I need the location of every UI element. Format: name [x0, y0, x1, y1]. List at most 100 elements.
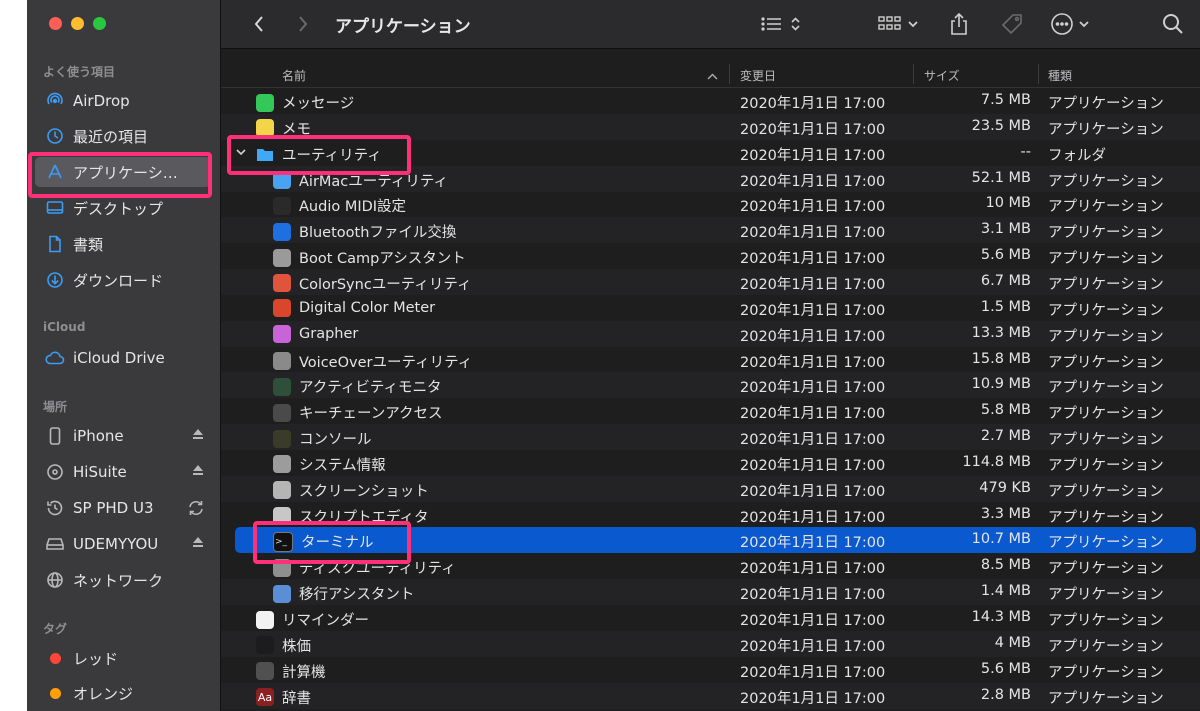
- sort-ascending-icon[interactable]: [707, 69, 718, 83]
- file-row[interactable]: キーチェーンアクセス 2020年1月1日 17:00 5.8 MB アプリケーション: [221, 398, 1200, 424]
- file-row[interactable]: Aa 辞書 2020年1月1日 17:00 2.8 MB アプリケーション: [221, 682, 1200, 709]
- file-name-label: AirMacユーティリティ: [299, 173, 449, 190]
- file-row[interactable]: システム情報 2020年1月1日 17:00 114.8 MB アプリケーション: [221, 450, 1200, 476]
- sidebar-item-label: iCloud Drive: [73, 349, 165, 367]
- file-name-cell: Boot Campアシスタント: [273, 247, 466, 268]
- file-name-label: Boot Campアシスタント: [299, 251, 466, 268]
- group-button[interactable]: [877, 10, 925, 38]
- chevron-left-icon: [254, 16, 263, 32]
- sidebar-item-hisuite[interactable]: HiSuite: [35, 457, 211, 487]
- eject-icon[interactable]: [191, 427, 205, 445]
- file-name-label: ColorSyncユーティリティ: [299, 276, 472, 293]
- column-size-header[interactable]: サイズ: [924, 67, 960, 84]
- file-row[interactable]: スクリーンショット 2020年1月1日 17:00 479 KB アプリケーション: [221, 475, 1200, 502]
- file-name-label: Audio MIDI設定: [299, 199, 407, 216]
- modified-date-cell: 2020年1月1日 17:00: [740, 354, 886, 371]
- forward-button[interactable]: [291, 10, 315, 38]
- view-options-button[interactable]: [759, 10, 807, 38]
- share-button[interactable]: [945, 10, 973, 38]
- file-row[interactable]: Digital Color Meter 2020年1月1日 17:00 1.5 MB…: [221, 295, 1200, 321]
- action-button[interactable]: [1049, 10, 1097, 38]
- file-row[interactable]: メモ 2020年1月1日 17:00 23.5 MB アプリケーション: [221, 113, 1200, 140]
- tag-button[interactable]: [997, 10, 1027, 38]
- file-row[interactable]: Bluetoothファイル交換 2020年1月1日 17:00 3.1 MB アプリケ…: [221, 217, 1200, 244]
- column-kind-header[interactable]: 種類: [1048, 67, 1072, 84]
- file-row[interactable]: Boot Campアシスタント 2020年1月1日 17:00 5.6 MB アプリケ…: [221, 243, 1200, 269]
- chevron-right-icon: [299, 16, 308, 32]
- sidebar-item-airdrop[interactable]: AirDrop: [35, 86, 211, 116]
- column-date-header[interactable]: 変更日: [740, 67, 776, 84]
- column-divider[interactable]: [1038, 64, 1039, 84]
- file-size-cell: 15.8 MB: [971, 350, 1031, 367]
- column-divider[interactable]: [729, 64, 730, 84]
- column-name-header[interactable]: 名前: [282, 67, 306, 84]
- close-button[interactable]: [49, 17, 62, 30]
- sidebar-item-iphone[interactable]: iPhone: [35, 421, 211, 451]
- sidebar-item-documents[interactable]: 書類: [35, 229, 211, 259]
- file-row[interactable]: VoiceOverユーティリティ 2020年1月1日 17:00 15.8 MB アプ…: [221, 347, 1200, 373]
- disk-icon: [45, 462, 65, 482]
- file-name-cell: ディスクユーティリティ: [273, 557, 456, 578]
- search-button[interactable]: [1159, 10, 1187, 38]
- file-row[interactable]: >_ ターミナル 2020年1月1日 17:00 10.7 MB アプリケーション: [235, 527, 1196, 554]
- file-name-cell: >_ ターミナル: [273, 531, 374, 552]
- eject-icon[interactable]: [191, 535, 205, 553]
- sidebar-item-udemyyou[interactable]: UDEMYYOU: [35, 529, 211, 559]
- file-row[interactable]: 移行アシスタント 2020年1月1日 17:00 1.4 MB アプリケーション: [221, 579, 1200, 606]
- file-row[interactable]: AirMacユーティリティ 2020年1月1日 17:00 52.1 MB アプリケー…: [221, 165, 1200, 192]
- file-row[interactable]: リマインダー 2020年1月1日 17:00 14.3 MB アプリケーション: [221, 605, 1200, 631]
- file-row[interactable]: アクティビティモニタ 2020年1月1日 17:00 10.9 MB アプリケーション: [221, 372, 1200, 399]
- app-icon: [256, 119, 274, 138]
- file-size-cell: 1.5 MB: [980, 298, 1031, 315]
- sidebar-item-label: HiSuite: [73, 463, 127, 481]
- file-name-label: リマインダー: [282, 613, 369, 629]
- file-kind-cell: アプリケーション: [1048, 432, 1164, 449]
- sidebar-item-network[interactable]: ネットワーク: [35, 565, 211, 595]
- file-row[interactable]: Audio MIDI設定 2020年1月1日 17:00 10 MB アプリケーション: [221, 191, 1200, 217]
- file-row[interactable]: ディスクユーティリティ 2020年1月1日 17:00 8.5 MB アプリケーション: [221, 553, 1200, 579]
- sidebar-item-icloud-drive[interactable]: iCloud Drive: [35, 343, 211, 373]
- file-kind-cell: アプリケーション: [1048, 380, 1164, 397]
- minimize-button[interactable]: [71, 17, 84, 30]
- zoom-button[interactable]: [93, 17, 106, 30]
- sidebar-item-label: アプリケーシ…: [73, 163, 178, 182]
- sidebar-item-downloads[interactable]: ダウンロード: [35, 265, 211, 295]
- eject-icon[interactable]: [191, 463, 205, 481]
- back-button[interactable]: [247, 10, 271, 38]
- disclosure-chevron-down-icon[interactable]: [236, 144, 246, 164]
- file-kind-cell: アプリケーション: [1048, 225, 1164, 242]
- file-kind-cell: アプリケーション: [1048, 457, 1164, 474]
- modified-date-cell: 2020年1月1日 17:00: [740, 276, 886, 293]
- file-row[interactable]: ColorSyncユーティリティ 2020年1月1日 17:00 6.7 MB アプリ…: [221, 268, 1200, 295]
- file-row[interactable]: メッセージ 2020年1月1日 17:00 7.5 MB アプリケーション: [221, 88, 1200, 114]
- file-size-cell: 4 MB: [994, 634, 1031, 651]
- file-size-cell: 10.9 MB: [971, 376, 1031, 393]
- file-name-label: VoiceOverユーティリティ: [299, 354, 473, 371]
- file-row[interactable]: 計算機 2020年1月1日 17:00 5.6 MB アプリケーション: [221, 657, 1200, 683]
- file-row[interactable]: 株価 2020年1月1日 17:00 4 MB アプリケーション: [221, 630, 1200, 657]
- app-icon: >_: [273, 531, 293, 552]
- file-row[interactable]: コンソール 2020年1月1日 17:00 2.7 MB アプリケーション: [221, 424, 1200, 451]
- file-name-cell: 計算機: [256, 661, 326, 682]
- file-kind-cell: アプリケーション: [1048, 302, 1164, 319]
- file-kind-cell: アプリケーション: [1048, 328, 1164, 345]
- sync-icon[interactable]: [187, 499, 205, 521]
- folder-row[interactable]: ユーティリティ 2020年1月1日 17:00 -- フォルダ: [221, 140, 1200, 166]
- sidebar-item-tag-red[interactable]: レッド: [35, 643, 211, 673]
- file-name-cell: アクティビティモニタ: [273, 376, 442, 397]
- list-view-icon: [761, 17, 800, 31]
- app-icon: [273, 248, 291, 267]
- sidebar-item-tag-orange[interactable]: オレンジ: [35, 678, 211, 708]
- sidebar-item-recents[interactable]: 最近の項目: [35, 121, 211, 151]
- sidebar-item-applications[interactable]: アプリケーシ…: [35, 157, 211, 187]
- modified-date-cell: 2020年1月1日 17:00: [740, 690, 886, 707]
- file-kind-cell: アプリケーション: [1048, 509, 1164, 526]
- desktop-icon: [45, 198, 65, 218]
- app-icon: [273, 274, 291, 293]
- file-row[interactable]: スクリプトエディタ 2020年1月1日 17:00 3.3 MB アプリケーション: [221, 502, 1200, 528]
- column-divider[interactable]: [913, 64, 914, 84]
- sidebar-item-desktop[interactable]: デスクトップ: [35, 193, 211, 223]
- sidebar-item-sp-phd-u3[interactable]: SP PHD U3: [35, 493, 211, 523]
- file-row[interactable]: Grapher 2020年1月1日 17:00 13.3 MB アプリケーション: [221, 320, 1200, 347]
- modified-date-cell: 2020年1月1日 17:00: [740, 380, 886, 397]
